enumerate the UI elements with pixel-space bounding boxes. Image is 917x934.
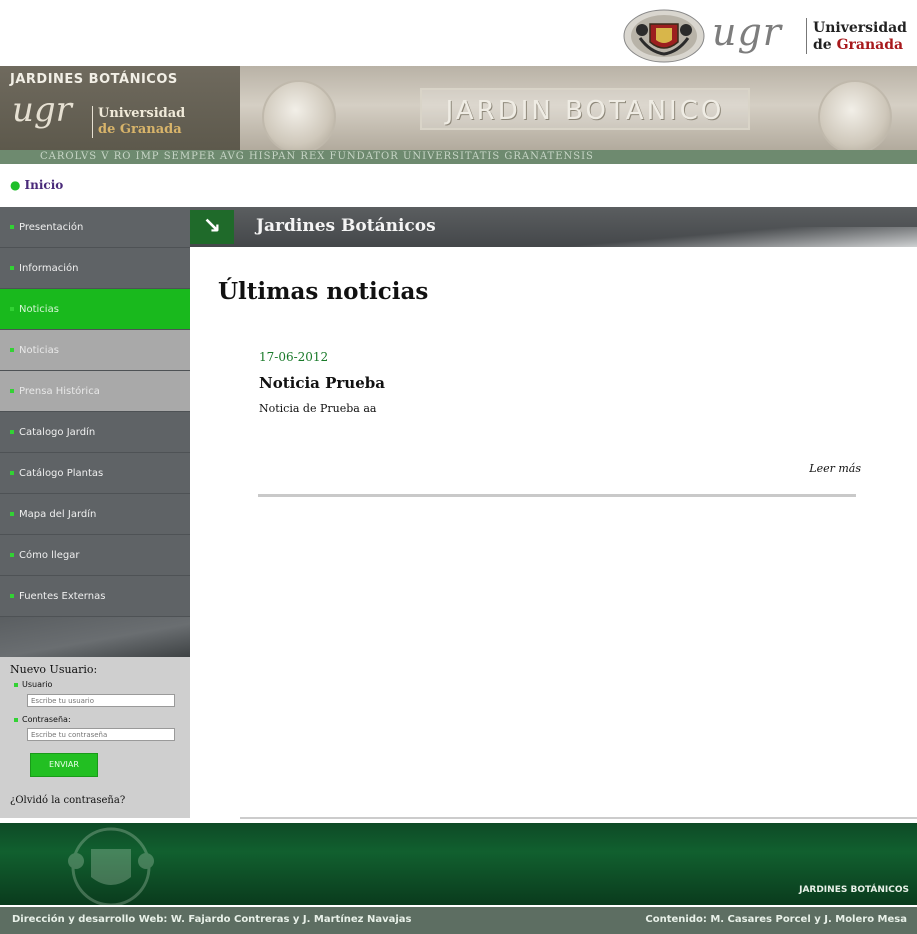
- sidebar-item-label: Presentación: [19, 222, 84, 233]
- university-name-line1: Universidad: [813, 20, 907, 36]
- sidebar: Presentación Información Noticias Notici…: [0, 207, 190, 818]
- banner-relief: JARDIN BOTANICO: [420, 88, 750, 130]
- bullet-icon: [10, 430, 14, 434]
- credit-content: Contenido: M. Casares Porcel y J. Molero…: [645, 914, 907, 925]
- sidebar-item-label: Información: [19, 263, 79, 274]
- username-input[interactable]: [27, 694, 175, 707]
- login-title: Nuevo Usuario:: [10, 663, 98, 676]
- sidebar-subitem-noticias[interactable]: Noticias: [0, 330, 190, 371]
- sidebar-item-como-llegar[interactable]: Cómo llegar: [0, 535, 190, 576]
- sidebar-item-label: Catalogo Jardín: [19, 427, 96, 438]
- bullet-icon: [10, 389, 14, 393]
- sidebar-separator: [0, 617, 190, 657]
- sidebar-item-noticias[interactable]: Noticias: [0, 289, 190, 330]
- sidebar-subitem-prensa-historica[interactable]: Prensa Histórica: [0, 371, 190, 412]
- banner-motto: CAROLVS V RO IMP SEMPER AVG HISPAN REX F…: [0, 150, 917, 164]
- password-label-text: Contraseña:: [22, 715, 71, 724]
- ugr-mark: ugr: [712, 10, 782, 54]
- bullet-icon: [10, 553, 14, 557]
- bullet-icon: [10, 348, 14, 352]
- news-body: Noticia de Prueba aa: [259, 402, 377, 415]
- credit-development: Dirección y desarrollo Web: W. Fajardo C…: [12, 914, 412, 925]
- news-title[interactable]: Noticia Prueba: [259, 374, 385, 392]
- university-name-city: Granada: [836, 37, 904, 53]
- forgot-password-link[interactable]: ¿Olvidó la contraseña?: [10, 795, 125, 806]
- university-crest-icon: [623, 9, 705, 63]
- banner-ugr-mark: ugr: [12, 90, 72, 130]
- university-name: Universidad de Granada: [813, 20, 907, 54]
- bullet-icon: [10, 266, 14, 270]
- sidebar-item-label: Fuentes Externas: [19, 591, 106, 602]
- news-divider: [258, 494, 856, 497]
- submit-button[interactable]: ENVIAR: [30, 753, 98, 777]
- sidebar-item-label: Noticias: [19, 304, 59, 315]
- sidebar-item-label: Catálogo Plantas: [19, 468, 104, 479]
- banner-ugr-divider: [92, 106, 93, 138]
- university-name-line2: de Granada: [813, 37, 907, 54]
- bullet-icon: [10, 307, 14, 311]
- username-label-text: Usuario: [22, 680, 53, 689]
- section-title: Jardines Botánicos: [256, 216, 436, 236]
- section-header: ↘ Jardines Botánicos: [190, 207, 917, 247]
- sidebar-item-presentacion[interactable]: Presentación: [0, 207, 190, 248]
- banner-medallion-left: [262, 80, 336, 154]
- banner-ugr-line2: de Granada: [98, 122, 182, 137]
- footer-emblem-icon: [68, 827, 154, 905]
- banner-ugr-line1: Universidad: [98, 106, 186, 121]
- sidebar-item-label: Mapa del Jardín: [19, 509, 97, 520]
- site-banner[interactable]: JARDIN BOTANICO JARDINES BOTÁNICOS ugr U…: [0, 66, 917, 164]
- sidebar-item-label: Noticias: [19, 345, 59, 356]
- sidebar-item-fuentes-externas[interactable]: Fuentes Externas: [0, 576, 190, 617]
- page-title: Últimas noticias: [218, 278, 429, 305]
- banner-ugr-text: Universidad de Granada: [98, 106, 185, 138]
- university-name-prefix: de: [813, 37, 832, 53]
- password-label: Contraseña:: [14, 715, 71, 724]
- banner-title: JARDINES BOTÁNICOS: [10, 72, 178, 87]
- banner-relief-text: JARDIN BOTANICO: [445, 96, 725, 126]
- username-label: Usuario: [14, 680, 52, 689]
- content-bottom-divider: [240, 817, 917, 819]
- bullet-icon: [10, 512, 14, 516]
- breadcrumb-home-link[interactable]: Inicio: [24, 178, 63, 192]
- arrow-down-right-icon: ↘: [190, 210, 234, 244]
- sidebar-item-informacion[interactable]: Información: [0, 248, 190, 289]
- bullet-icon: [14, 682, 18, 687]
- breadcrumb[interactable]: ● Inicio: [10, 178, 63, 192]
- login-box: Nuevo Usuario: Usuario Contraseña: ENVIA…: [0, 657, 190, 818]
- banner-medallion-right: [818, 80, 892, 154]
- read-more-link[interactable]: Leer más: [809, 462, 861, 475]
- footer-credits: Dirección y desarrollo Web: W. Fajardo C…: [0, 907, 917, 934]
- sidebar-item-label: Cómo llegar: [19, 550, 80, 561]
- sidebar-item-mapa-jardin[interactable]: Mapa del Jardín: [0, 494, 190, 535]
- news-date: 17-06-2012: [259, 350, 329, 364]
- bullet-icon: [10, 225, 14, 229]
- footer: JARDINES BOTÁNICOS: [0, 823, 917, 905]
- university-logo[interactable]: ugr Universidad de Granada: [620, 6, 917, 63]
- sidebar-item-catalogo-jardin[interactable]: Catalogo Jardín: [0, 412, 190, 453]
- password-input[interactable]: [27, 728, 175, 741]
- footer-brand: JARDINES BOTÁNICOS: [799, 885, 909, 895]
- bullet-icon: [10, 594, 14, 598]
- logo-divider: [806, 18, 807, 54]
- bullet-icon: [10, 471, 14, 475]
- bullet-icon: [14, 717, 18, 722]
- sidebar-item-label: Prensa Histórica: [19, 386, 100, 397]
- sidebar-item-catalogo-plantas[interactable]: Catálogo Plantas: [0, 453, 190, 494]
- breadcrumb-bullet-icon: ●: [10, 178, 21, 192]
